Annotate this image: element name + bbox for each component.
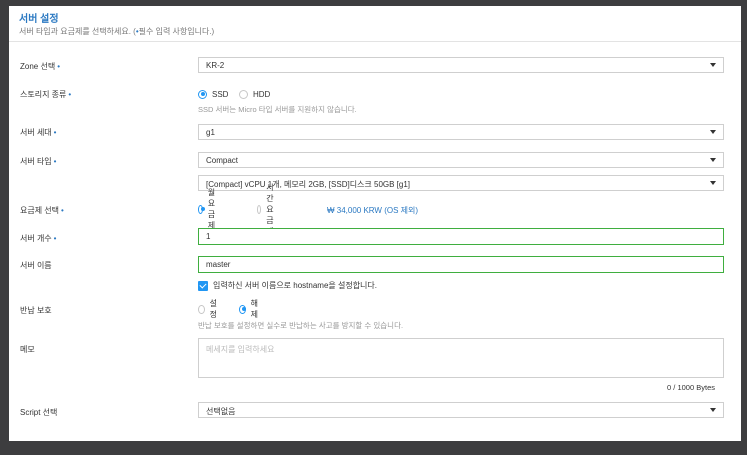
protection-hint: 반납 보호를 설정하면 실수로 반납하는 사고를 방지할 수 있습니다.	[198, 321, 404, 330]
page-title: 서버 설정	[19, 14, 59, 25]
server-settings-panel: 서버 설정 서버 타입과 요금제를 선택하세요. (•필수 입력 사항입니다.)…	[9, 6, 741, 441]
script-label-text: Script 선택	[20, 408, 58, 417]
required-star-icon: •	[53, 234, 57, 243]
hostname-checkbox-label: 입력하신 서버 이름으로 hostname을 설정합니다.	[213, 281, 378, 290]
protection-option-on-label: 설정	[209, 299, 217, 319]
protection-option-on[interactable]: 설정	[198, 299, 219, 319]
chevron-down-icon	[710, 181, 716, 185]
memo-label-text: 메모	[20, 345, 35, 354]
storage-hint: SSD 서버는 Micro 타입 서버를 지원하지 않습니다.	[198, 105, 357, 114]
generation-label: 서버 세대 •	[20, 127, 56, 138]
zone-label-text: Zone 선택	[20, 62, 56, 71]
protection-label-text: 반납 보호	[20, 306, 52, 315]
chevron-down-icon	[710, 408, 716, 412]
count-label-text: 서버 개수	[20, 234, 52, 243]
protection-label: 반납 보호	[20, 305, 52, 316]
zone-label: Zone 선택 •	[20, 61, 60, 72]
protection-option-off[interactable]: 해제	[239, 299, 260, 319]
radio-checked-icon	[198, 204, 205, 214]
storage-option-hdd-label: HDD	[253, 89, 271, 99]
hostname-checkbox[interactable]: 입력하신 서버 이름으로 hostname을 설정합니다.	[198, 280, 377, 291]
generation-label-text: 서버 세대	[20, 128, 52, 137]
server-type-select[interactable]: Compact	[198, 152, 724, 168]
script-select[interactable]: 선택없음	[198, 402, 724, 418]
name-label-text: 서버 이름	[20, 261, 52, 270]
memo-byte-counter: 0 / 1000 Bytes	[667, 383, 715, 392]
server-type-label-text: 서버 타입	[20, 157, 52, 166]
server-type-label: 서버 타입 •	[20, 156, 56, 167]
plan-option-monthly-label: 월요금제	[207, 188, 216, 230]
storage-label-text: 스토리지 종류	[20, 90, 67, 99]
radio-checked-icon	[198, 89, 207, 99]
generation-select-value: g1	[206, 128, 215, 137]
storage-option-ssd[interactable]: SSD	[198, 88, 228, 100]
protection-option-off-label: 해제	[250, 299, 258, 319]
chevron-down-icon	[710, 158, 716, 162]
radio-checked-icon	[239, 304, 246, 314]
server-name-input[interactable]	[198, 256, 724, 273]
required-star-icon: •	[53, 157, 57, 166]
subtitle-suffix: 필수 입력 사항입니다.)	[138, 27, 215, 36]
plan-label: 요금제 선택 •	[20, 205, 64, 216]
required-star-icon: •	[57, 62, 60, 71]
chevron-down-icon	[710, 63, 716, 67]
checkbox-checked-icon	[198, 280, 208, 291]
name-label: 서버 이름	[20, 260, 52, 271]
plan-option-monthly[interactable]: 월요금제	[198, 188, 219, 230]
radio-unchecked-icon	[198, 304, 205, 314]
server-count-input[interactable]	[198, 228, 724, 245]
storage-option-ssd-label: SSD	[212, 89, 229, 99]
storage-option-hdd[interactable]: HDD	[239, 88, 270, 100]
page-subtitle: 서버 타입과 요금제를 선택하세요. (•필수 입력 사항입니다.)	[19, 26, 214, 37]
required-star-icon: •	[53, 128, 57, 137]
server-spec-select-value: [Compact] vCPU 1개, 메모리 2GB, [SSD]디스크 50G…	[206, 180, 411, 189]
required-star-icon: •	[61, 206, 64, 215]
chevron-down-icon	[710, 130, 716, 134]
memo-textarea[interactable]	[198, 338, 724, 378]
script-label: Script 선택	[20, 407, 57, 418]
zone-select[interactable]: KR-2	[198, 57, 724, 73]
storage-label: 스토리지 종류 •	[20, 89, 71, 100]
required-star-icon: •	[68, 90, 72, 99]
generation-select[interactable]: g1	[198, 124, 724, 140]
radio-unchecked-icon	[239, 89, 248, 99]
plan-label-text: 요금제 선택	[20, 206, 60, 215]
server-type-select-value: Compact	[206, 156, 239, 165]
panel-header: 서버 설정 서버 타입과 요금제를 선택하세요. (•필수 입력 사항입니다.)	[9, 6, 741, 42]
script-select-value: 선택없음	[206, 407, 236, 416]
radio-unchecked-icon	[257, 204, 262, 214]
zone-select-value: KR-2	[206, 61, 225, 70]
memo-label: 메모	[20, 344, 35, 355]
subtitle-prefix: 서버 타입과 요금제를 선택하세요. (	[19, 27, 136, 36]
plan-price: ₩ 34,000 KRW (OS 제외)	[327, 206, 419, 215]
plan-option-hourly[interactable]: 시간 요금제	[257, 183, 278, 236]
count-label: 서버 개수 •	[20, 233, 56, 244]
